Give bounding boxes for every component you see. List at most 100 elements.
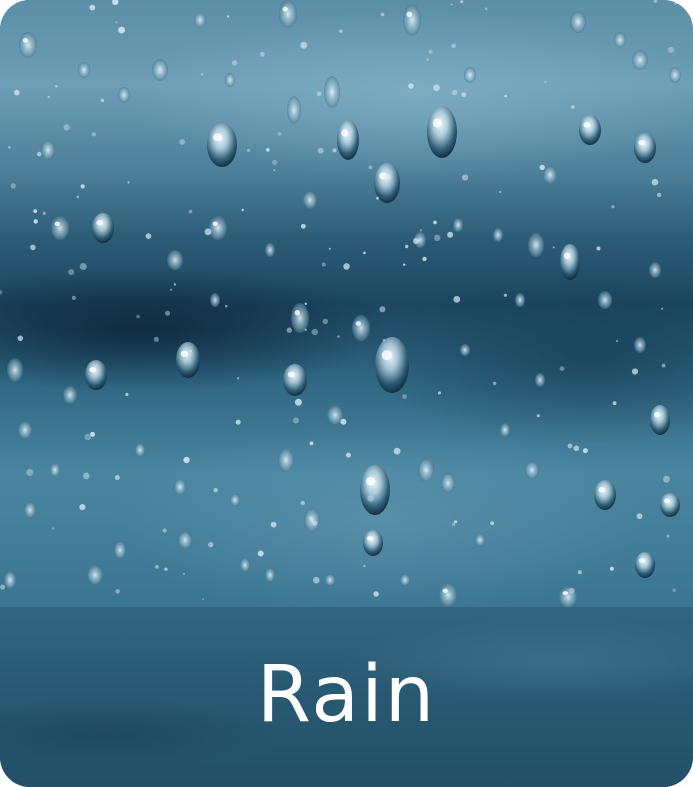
raindrop-speck — [573, 445, 580, 452]
raindrop-speck — [428, 49, 433, 54]
raindrop-speck — [559, 366, 565, 371]
raindrop — [287, 96, 301, 124]
raindrop-speck — [451, 43, 456, 49]
raindrop-speck — [596, 246, 601, 251]
title-band: Rain — [0, 607, 693, 787]
raindrop-highlight — [381, 350, 392, 361]
raindrop-speck — [76, 195, 80, 199]
raindrop-speck — [114, 475, 120, 481]
raindrop — [265, 243, 275, 257]
raindrop-speck — [426, 58, 429, 61]
raindrop-speck — [213, 488, 218, 493]
raindrop-speck — [300, 500, 305, 506]
raindrop-speck — [328, 247, 331, 250]
raindrop — [118, 87, 130, 103]
raindrop-speck — [189, 349, 192, 353]
raindrop — [51, 216, 69, 240]
raindrop — [207, 123, 237, 167]
raindrop — [598, 291, 612, 309]
raindrop-speck — [612, 401, 617, 406]
raindrop — [427, 106, 457, 158]
raindrop-speck — [0, 584, 6, 590]
raindrop-speck — [52, 527, 55, 530]
raindrop-speck — [226, 15, 230, 18]
raindrop-speck — [90, 431, 95, 437]
raindrop-speck — [0, 290, 3, 295]
raindrop-highlight — [294, 310, 300, 316]
raindrop-speck — [208, 542, 214, 548]
raindrop-speck — [484, 7, 488, 11]
raindrop-speck — [490, 521, 494, 526]
raindrop-speck — [153, 336, 159, 342]
raindrop-highlight — [213, 133, 222, 142]
raindrop-speck — [462, 174, 469, 181]
rain-sound-card[interactable]: Rain — [0, 0, 693, 787]
raindrop — [570, 11, 586, 33]
raindrop — [50, 463, 60, 477]
raindrop-speck — [447, 231, 454, 238]
raindrop-speck — [313, 576, 320, 584]
raindrop-speck — [376, 196, 379, 200]
raindrop — [614, 32, 626, 48]
raindrop — [278, 448, 294, 472]
raindrop-speck — [162, 528, 167, 533]
raindrop — [464, 67, 476, 83]
raindrop-speck — [609, 566, 614, 571]
raindrop — [650, 405, 670, 435]
raindrop — [528, 233, 544, 257]
raindrop — [475, 534, 485, 546]
raindrop-speck — [636, 513, 643, 520]
raindrop — [543, 166, 557, 184]
raindrop-speck — [183, 456, 190, 464]
raindrop — [85, 360, 107, 390]
raindrop — [19, 32, 37, 58]
raindrop — [418, 458, 434, 482]
raindrop-speck — [393, 447, 401, 455]
raindrop-speck — [582, 448, 588, 454]
raindrop-highlight — [22, 38, 28, 43]
raindrop-speck — [337, 335, 340, 338]
raindrop-speck — [433, 84, 440, 92]
raindrop-speck — [322, 318, 329, 325]
raindrop-speck — [80, 184, 85, 189]
raindrop-speck — [402, 394, 407, 399]
raindrop-speck — [363, 564, 366, 568]
raindrop-speck — [571, 105, 575, 109]
raindrop-speck — [663, 475, 670, 483]
raindrop — [525, 461, 539, 479]
raindrop-highlight — [180, 350, 188, 357]
raindrop-speck — [493, 381, 497, 386]
raindrop-speck — [36, 151, 42, 157]
raindrop-speck — [169, 288, 173, 291]
raindrop-speck — [321, 262, 326, 267]
raindrop-speck — [304, 302, 307, 305]
raindrop-highlight — [638, 140, 645, 146]
raindrop-speck — [340, 418, 347, 425]
raindrop-speck — [384, 174, 391, 181]
raindrop-speck — [8, 145, 11, 149]
raindrop-speck — [188, 209, 193, 214]
raindrop-highlight — [442, 588, 448, 593]
raindrop-speck — [499, 190, 502, 194]
raindrop-speck — [674, 1, 677, 5]
raindrop-speck — [33, 219, 38, 224]
raindrop — [441, 473, 455, 493]
raindrop-speck — [657, 192, 662, 198]
raindrop-speck — [204, 228, 212, 236]
raindrop — [92, 213, 114, 243]
raindrop-speck — [300, 223, 306, 229]
raindrop-speck — [661, 363, 666, 368]
raindrop — [500, 423, 510, 437]
raindrop — [7, 358, 23, 382]
raindrop-speck — [164, 567, 168, 571]
raindrop-speck — [346, 452, 351, 458]
raindrop-highlight — [583, 122, 590, 128]
raindrop-speck — [183, 572, 185, 575]
raindrop-speck — [615, 339, 619, 343]
raindrop — [240, 558, 250, 572]
raindrop-highlight — [212, 221, 218, 226]
raindrop-speck — [125, 392, 129, 397]
raindrop — [515, 293, 525, 307]
raindrop-speck — [257, 550, 264, 557]
raindrop — [439, 583, 457, 607]
